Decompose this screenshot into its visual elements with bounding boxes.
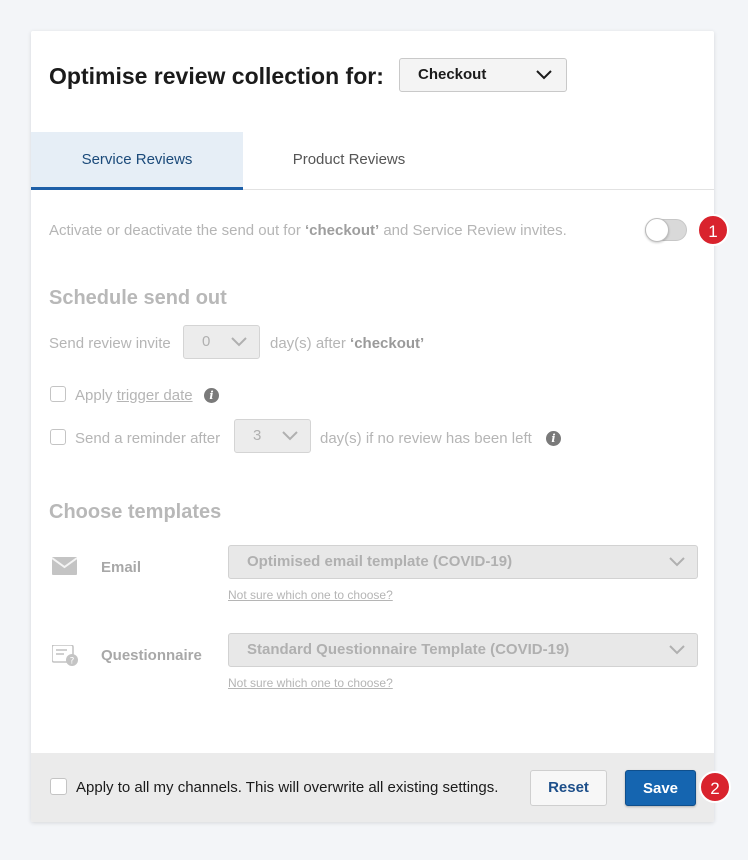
reminder-days-select[interactable]: 3: [234, 419, 311, 453]
chevron-down-icon: [282, 431, 298, 441]
channel-select[interactable]: Checkout: [399, 58, 567, 92]
info-icon[interactable]: i: [204, 388, 219, 403]
activation-channel: ‘checkout’: [304, 222, 380, 239]
page-title: Optimise review collection for:: [49, 63, 384, 89]
toggle-knob: [645, 218, 669, 242]
reminder-days-value: 3: [253, 427, 262, 444]
tab-product-reviews[interactable]: Product Reviews: [243, 132, 455, 190]
reminder-label: Send a reminder after: [75, 430, 221, 447]
questionnaire-template-value: Standard Questionnaire Template (COVID-1…: [247, 641, 570, 658]
chevron-down-icon: [536, 70, 552, 80]
days-after-text: day(s) after ‘checkout’: [270, 335, 424, 352]
apply-all-label: Apply to all my channels. This will over…: [76, 779, 499, 796]
send-invite-label: Send review invite: [49, 335, 171, 352]
email-help-link[interactable]: Not sure which one to choose?: [228, 588, 393, 602]
email-template-select[interactable]: Optimised email template (COVID-19): [228, 545, 698, 579]
channel-select-value: Checkout: [418, 66, 487, 83]
activation-description: Activate or deactivate the send out for …: [49, 222, 567, 239]
settings-card: Optimise review collection for: Checkout…: [31, 31, 714, 822]
trigger-date-checkbox[interactable]: [50, 386, 66, 402]
reminder-checkbox[interactable]: [50, 429, 66, 445]
reset-button[interactable]: Reset: [530, 770, 607, 806]
apply-label: Apply: [75, 387, 117, 404]
templates-title: Choose templates: [49, 501, 222, 523]
info-icon[interactable]: i: [546, 431, 561, 446]
days-select[interactable]: 0: [183, 325, 260, 359]
questionnaire-help-link[interactable]: Not sure which one to choose?: [228, 676, 393, 690]
questionnaire-icon: ?: [52, 645, 78, 667]
days-after-channel: ‘checkout’: [350, 335, 425, 352]
email-label: Email: [101, 559, 142, 576]
save-button[interactable]: Save: [625, 770, 696, 806]
schedule-title: Schedule send out: [49, 287, 227, 309]
activation-text-after: and Service Review invites.: [379, 222, 567, 239]
chevron-down-icon: [669, 557, 685, 567]
questionnaire-template-select[interactable]: Standard Questionnaire Template (COVID-1…: [228, 633, 698, 667]
chevron-down-icon: [231, 337, 247, 347]
apply-all-checkbox[interactable]: [50, 778, 67, 795]
questionnaire-label: Questionnaire: [101, 647, 202, 664]
activation-text-before: Activate or deactivate the send out for: [49, 222, 305, 239]
svg-text:?: ?: [70, 657, 75, 667]
tab-service-reviews[interactable]: Service Reviews: [31, 132, 243, 190]
trigger-date-row: Apply trigger date: [75, 387, 193, 404]
tab-bar: Service Reviews Product Reviews: [31, 132, 714, 190]
days-after-label: day(s) after: [270, 335, 351, 352]
activation-toggle[interactable]: [645, 218, 687, 242]
step-badge-1: 1: [697, 214, 729, 246]
days-select-value: 0: [202, 333, 211, 350]
trigger-date-link[interactable]: trigger date: [117, 387, 193, 404]
footer-bar: Apply to all my channels. This will over…: [31, 753, 714, 822]
step-badge-2: 2: [699, 771, 731, 803]
email-template-value: Optimised email template (COVID-19): [247, 553, 513, 570]
chevron-down-icon: [669, 645, 685, 655]
reminder-suffix: day(s) if no review has been left: [320, 430, 532, 447]
envelope-icon: [52, 557, 77, 575]
